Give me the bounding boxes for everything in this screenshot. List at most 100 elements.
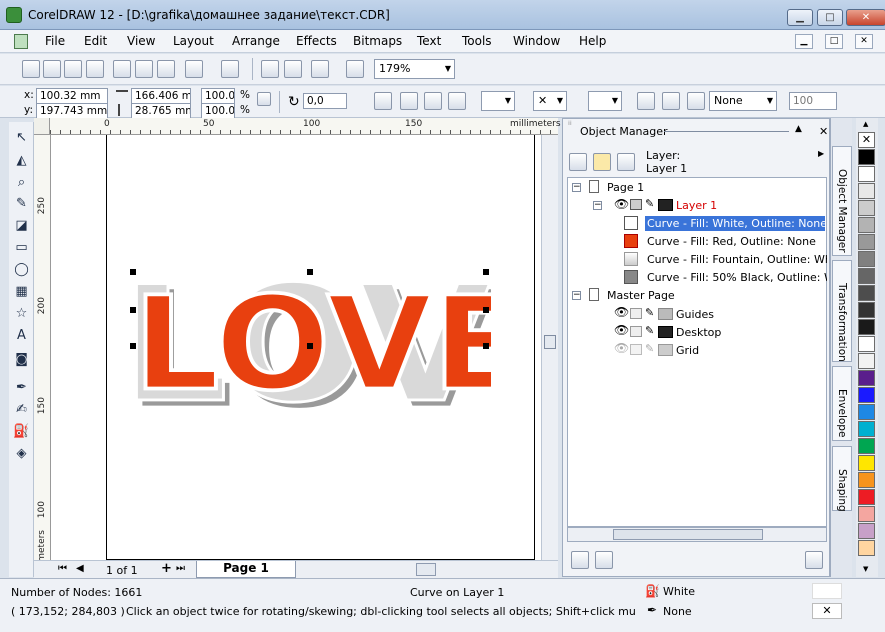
outline-tool-icon[interactable]: ✍ [12,400,31,419]
outline-width-dropdown[interactable]: None ▼ [709,91,777,111]
edit-pencil-icon[interactable]: ✎ [645,342,654,355]
palette-swatch[interactable] [858,268,875,284]
copy-icon[interactable] [135,60,153,78]
drawing-canvas[interactable]: LOVE LOVE LOVE [51,135,541,560]
pick-tool-icon[interactable]: ↖ [12,128,31,147]
palette-swatch[interactable] [858,149,875,165]
freehand-tool-icon[interactable]: ✎ [12,194,31,213]
tree-master-page[interactable]: Master Page [607,289,675,302]
visibility-eye-icon[interactable]: 👁 [614,323,629,337]
interactive-blend-tool-icon[interactable]: ◙ [12,350,31,369]
docker-close-icon[interactable]: ✕ [819,125,828,138]
add-page-icon[interactable]: + [161,561,172,576]
palette-swatch[interactable] [858,285,875,301]
menu-file[interactable]: File [45,34,65,48]
doc-minimize-button[interactable]: ▁ [795,34,813,49]
tab-shaping[interactable]: Shaping [832,446,852,512]
menu-text[interactable]: Text [417,34,441,48]
zoom-tool-icon[interactable]: ⌕ [12,173,31,192]
visibility-eye-icon[interactable]: 👁 [614,197,629,211]
document-icon[interactable] [14,34,28,49]
palette-swatch[interactable] [858,540,875,556]
edit-across-layers-icon[interactable] [593,153,611,171]
h-scroll-thumb[interactable] [416,563,436,576]
printer-icon[interactable] [630,199,642,210]
horizontal-ruler[interactable]: 0 50 100 150 millimeters [50,118,561,135]
palette-swatch[interactable] [858,302,875,318]
smart-fill-tool-icon[interactable]: ◪ [12,216,31,235]
wrap-text-dropdown[interactable]: ▼ [481,91,515,111]
palette-swatch[interactable] [858,455,875,471]
printer-icon[interactable] [630,308,642,319]
scale-y-field[interactable]: 100.0 [201,103,235,119]
scale-x-field[interactable]: 100.0 [201,88,235,104]
layer-color-swatch[interactable] [658,308,673,320]
palette-swatch[interactable] [858,370,875,386]
mirror-horizontal-icon[interactable] [374,92,392,110]
menu-help[interactable]: Help [579,34,606,48]
cut-icon[interactable] [113,60,131,78]
palette-swatch[interactable] [858,404,875,420]
tree-page-1[interactable]: Page 1 [607,181,644,194]
selection-handle[interactable] [483,269,489,275]
vertical-scrollbar[interactable] [541,135,558,560]
selection-handle[interactable] [483,307,489,313]
print-icon[interactable] [86,60,104,78]
layer-manager-view-icon[interactable] [617,153,635,171]
visibility-eye-icon[interactable]: 👁 [614,305,629,319]
paste-icon[interactable] [157,60,175,78]
edit-pencil-icon[interactable]: ✎ [645,197,654,210]
palette-swatch[interactable] [858,421,875,437]
menu-effects[interactable]: Effects [296,34,337,48]
height-field[interactable]: 28.765 mm [131,103,191,119]
outline-width-icon[interactable] [687,92,705,110]
delete-trash-icon[interactable] [805,551,823,569]
docker-menu-icon[interactable]: ▲ [795,124,802,134]
selection-handle[interactable] [307,269,313,275]
palette-swatch[interactable] [858,183,875,199]
text-tool-icon[interactable]: A [12,326,31,345]
tab-envelope[interactable]: Envelope [832,366,852,441]
last-page-icon[interactable]: ⏭ [176,563,185,574]
layer-color-swatch[interactable] [658,344,673,356]
hand-icon[interactable] [637,92,655,110]
save-icon[interactable] [64,60,82,78]
tab-transformation[interactable]: Transformation [832,260,852,362]
graph-paper-tool-icon[interactable]: ▦ [12,282,31,301]
show-properties-icon[interactable] [569,153,587,171]
palette-swatch[interactable] [858,506,875,522]
corel-online-icon[interactable] [346,60,364,78]
flyout-arrow-icon[interactable]: ▶ [818,149,824,158]
printer-icon[interactable] [630,326,642,337]
tree-object[interactable]: Curve - Fill: Fountain, Outline: Wh [647,253,827,266]
interactive-fill-tool-icon[interactable]: ◈ [12,444,31,463]
love-artwork[interactable]: LOVE LOVE LOVE [111,265,491,435]
open-icon[interactable] [43,60,61,78]
palette-swatch[interactable] [858,353,875,369]
doc-restore-button[interactable]: □ [825,34,843,49]
tab-object-manager[interactable]: Object Manager [832,146,852,256]
redo-icon[interactable] [221,60,239,78]
tree-desktop[interactable]: Desktop [676,326,721,339]
menu-layout[interactable]: Layout [173,34,214,48]
application-launcher-icon[interactable] [311,60,329,78]
selection-handle[interactable] [130,343,136,349]
new-document-icon[interactable] [22,60,40,78]
palette-swatch[interactable] [858,217,875,233]
edit-pencil-icon[interactable]: ✎ [645,306,654,319]
scale-field[interactable]: 100 [789,92,837,110]
eyedropper-tool-icon[interactable]: ✒ [12,378,31,397]
edit-pencil-icon[interactable]: ✎ [645,324,654,337]
maximize-button[interactable]: □ [817,9,843,26]
prev-page-icon[interactable]: ◀ [76,563,84,574]
palette-swatch[interactable] [858,200,875,216]
collapse-icon[interactable]: − [572,183,581,192]
palette-swatch[interactable] [858,387,875,403]
menu-view[interactable]: View [127,34,155,48]
tree-h-scrollbar[interactable] [567,527,827,542]
scroll-thumb[interactable] [613,529,763,540]
close-button[interactable]: ✕ [846,9,885,26]
rotation-angle-field[interactable]: 0,0 [303,93,347,109]
zoom-levels-dropdown[interactable]: 179% ▼ [374,59,455,79]
outline-x-dropdown[interactable]: ✕ ▼ [533,91,567,111]
